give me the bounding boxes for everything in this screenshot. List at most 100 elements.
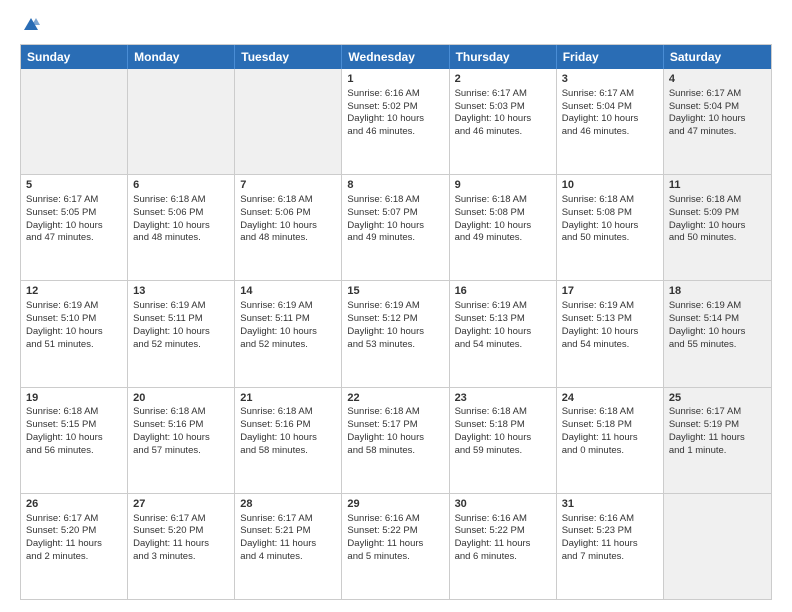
- week-row-2: 12Sunrise: 6:19 AMSunset: 5:10 PMDayligh…: [21, 281, 771, 387]
- day-info-line: Daylight: 10 hours: [562, 326, 658, 339]
- day-info-line: Sunset: 5:11 PM: [240, 313, 336, 326]
- day-info-line: Daylight: 10 hours: [455, 220, 551, 233]
- day-info-line: Sunset: 5:20 PM: [133, 525, 229, 538]
- day-info-line: Sunrise: 6:18 AM: [26, 406, 122, 419]
- day-info-line: Sunrise: 6:18 AM: [562, 406, 658, 419]
- weekday-header-friday: Friday: [557, 45, 664, 69]
- day-number: 22: [347, 391, 443, 406]
- day-info-line: Sunrise: 6:19 AM: [562, 300, 658, 313]
- weekday-header-thursday: Thursday: [450, 45, 557, 69]
- day-info-line: Sunset: 5:08 PM: [455, 207, 551, 220]
- cal-cell-24: 24Sunrise: 6:18 AMSunset: 5:18 PMDayligh…: [557, 388, 664, 493]
- day-info-line: Sunrise: 6:17 AM: [669, 406, 766, 419]
- day-number: 15: [347, 284, 443, 299]
- day-info-line: Daylight: 10 hours: [562, 113, 658, 126]
- day-info-line: Sunrise: 6:17 AM: [240, 513, 336, 526]
- cal-cell-22: 22Sunrise: 6:18 AMSunset: 5:17 PMDayligh…: [342, 388, 449, 493]
- day-number: 16: [455, 284, 551, 299]
- cal-cell-19: 19Sunrise: 6:18 AMSunset: 5:15 PMDayligh…: [21, 388, 128, 493]
- day-info-line: Sunrise: 6:19 AM: [133, 300, 229, 313]
- week-row-3: 19Sunrise: 6:18 AMSunset: 5:15 PMDayligh…: [21, 388, 771, 494]
- day-info-line: and 50 minutes.: [562, 232, 658, 245]
- day-info-line: Daylight: 11 hours: [669, 432, 766, 445]
- day-info-line: and 49 minutes.: [347, 232, 443, 245]
- day-info-line: Sunset: 5:15 PM: [26, 419, 122, 432]
- day-info-line: and 7 minutes.: [562, 551, 658, 564]
- cal-cell-2: 2Sunrise: 6:17 AMSunset: 5:03 PMDaylight…: [450, 69, 557, 174]
- day-info-line: Sunset: 5:19 PM: [669, 419, 766, 432]
- day-info-line: and 54 minutes.: [562, 339, 658, 352]
- cal-cell-16: 16Sunrise: 6:19 AMSunset: 5:13 PMDayligh…: [450, 281, 557, 386]
- day-number: 7: [240, 178, 336, 193]
- cal-cell-31: 31Sunrise: 6:16 AMSunset: 5:23 PMDayligh…: [557, 494, 664, 599]
- day-info-line: and 59 minutes.: [455, 445, 551, 458]
- day-info-line: Sunrise: 6:18 AM: [133, 406, 229, 419]
- cal-cell-28: 28Sunrise: 6:17 AMSunset: 5:21 PMDayligh…: [235, 494, 342, 599]
- day-info-line: Sunset: 5:16 PM: [133, 419, 229, 432]
- day-info-line: Sunrise: 6:17 AM: [26, 513, 122, 526]
- day-number: 20: [133, 391, 229, 406]
- header: [20, 16, 772, 34]
- day-info-line: and 1 minute.: [669, 445, 766, 458]
- day-info-line: and 47 minutes.: [26, 232, 122, 245]
- day-info-line: Daylight: 11 hours: [562, 432, 658, 445]
- day-info-line: Sunrise: 6:18 AM: [347, 406, 443, 419]
- day-info-line: Sunrise: 6:17 AM: [669, 88, 766, 101]
- cal-cell-8: 8Sunrise: 6:18 AMSunset: 5:07 PMDaylight…: [342, 175, 449, 280]
- day-info-line: Sunset: 5:08 PM: [562, 207, 658, 220]
- day-info-line: Daylight: 10 hours: [240, 432, 336, 445]
- day-number: 13: [133, 284, 229, 299]
- day-info-line: Daylight: 11 hours: [240, 538, 336, 551]
- cal-cell-6: 6Sunrise: 6:18 AMSunset: 5:06 PMDaylight…: [128, 175, 235, 280]
- day-number: 31: [562, 497, 658, 512]
- day-number: 21: [240, 391, 336, 406]
- day-info-line: Sunset: 5:11 PM: [133, 313, 229, 326]
- day-info-line: Daylight: 10 hours: [26, 220, 122, 233]
- day-info-line: Sunrise: 6:19 AM: [240, 300, 336, 313]
- day-info-line: and 56 minutes.: [26, 445, 122, 458]
- day-info-line: Sunrise: 6:18 AM: [455, 194, 551, 207]
- day-info-line: Sunrise: 6:17 AM: [133, 513, 229, 526]
- day-number: 8: [347, 178, 443, 193]
- day-info-line: Sunset: 5:02 PM: [347, 101, 443, 114]
- day-info-line: Sunrise: 6:18 AM: [562, 194, 658, 207]
- day-number: 6: [133, 178, 229, 193]
- day-info-line: and 53 minutes.: [347, 339, 443, 352]
- weekday-header-saturday: Saturday: [664, 45, 771, 69]
- day-info-line: and 6 minutes.: [455, 551, 551, 564]
- day-info-line: Daylight: 10 hours: [347, 432, 443, 445]
- day-number: 1: [347, 72, 443, 87]
- day-number: 17: [562, 284, 658, 299]
- day-info-line: Sunrise: 6:19 AM: [347, 300, 443, 313]
- day-info-line: Sunrise: 6:18 AM: [240, 194, 336, 207]
- day-info-line: Sunset: 5:16 PM: [240, 419, 336, 432]
- day-info-line: and 3 minutes.: [133, 551, 229, 564]
- day-info-line: and 55 minutes.: [669, 339, 766, 352]
- day-number: 9: [455, 178, 551, 193]
- day-info-line: Daylight: 10 hours: [26, 326, 122, 339]
- day-info-line: and 51 minutes.: [26, 339, 122, 352]
- day-info-line: Sunset: 5:03 PM: [455, 101, 551, 114]
- cal-cell-15: 15Sunrise: 6:19 AMSunset: 5:12 PMDayligh…: [342, 281, 449, 386]
- weekday-header-sunday: Sunday: [21, 45, 128, 69]
- day-number: 4: [669, 72, 766, 87]
- cal-cell-empty-0-0: [21, 69, 128, 174]
- day-info-line: Daylight: 10 hours: [669, 220, 766, 233]
- cal-cell-empty-4-6: [664, 494, 771, 599]
- day-info-line: Sunrise: 6:19 AM: [455, 300, 551, 313]
- week-row-0: 1Sunrise: 6:16 AMSunset: 5:02 PMDaylight…: [21, 69, 771, 175]
- day-info-line: Sunset: 5:10 PM: [26, 313, 122, 326]
- day-info-line: Sunrise: 6:18 AM: [669, 194, 766, 207]
- day-info-line: Sunset: 5:07 PM: [347, 207, 443, 220]
- day-info-line: Daylight: 10 hours: [669, 326, 766, 339]
- day-info-line: Daylight: 10 hours: [455, 113, 551, 126]
- day-info-line: and 46 minutes.: [455, 126, 551, 139]
- day-info-line: Sunset: 5:06 PM: [240, 207, 336, 220]
- day-number: 26: [26, 497, 122, 512]
- day-info-line: Daylight: 10 hours: [669, 113, 766, 126]
- day-info-line: Sunset: 5:14 PM: [669, 313, 766, 326]
- cal-cell-10: 10Sunrise: 6:18 AMSunset: 5:08 PMDayligh…: [557, 175, 664, 280]
- day-info-line: and 58 minutes.: [347, 445, 443, 458]
- day-info-line: Daylight: 10 hours: [26, 432, 122, 445]
- day-number: 24: [562, 391, 658, 406]
